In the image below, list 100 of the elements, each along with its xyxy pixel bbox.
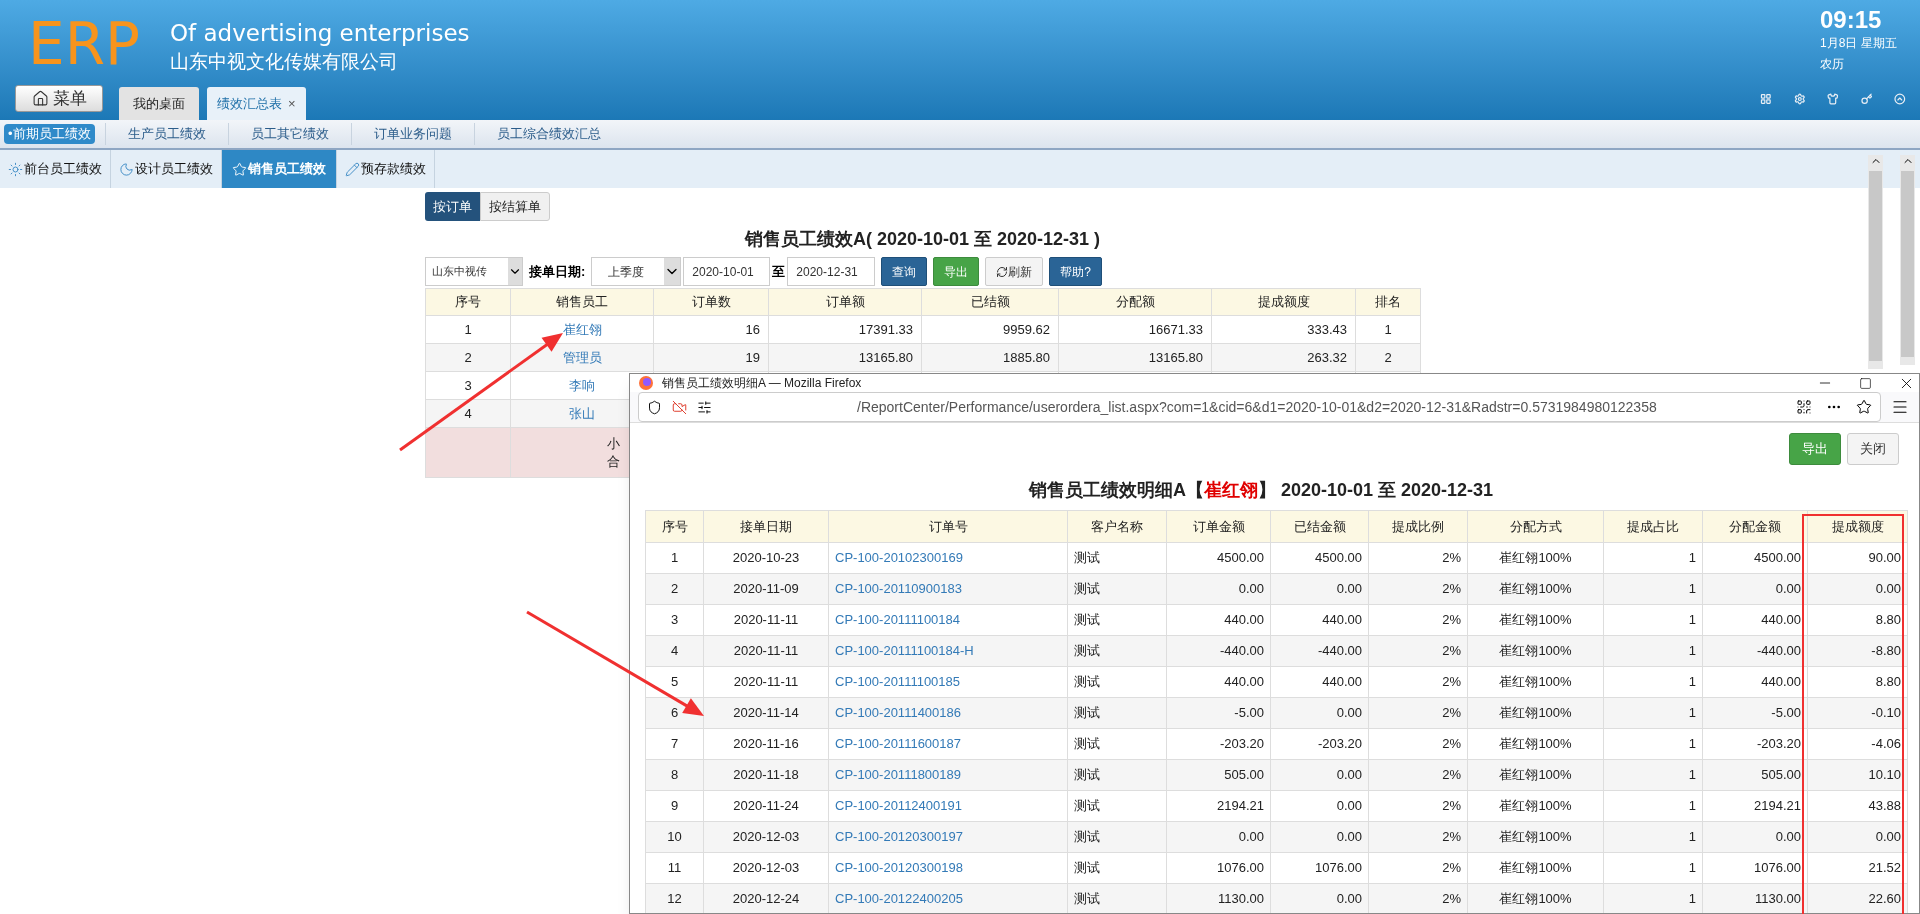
table-cell: 2020-11-16 xyxy=(733,736,799,752)
table-cell: 1 xyxy=(670,550,679,566)
table-cell: 16671.33 xyxy=(1148,321,1203,337)
employee-link[interactable]: 李响 xyxy=(569,377,595,393)
table-cell: 333.43 xyxy=(1307,321,1347,337)
table-cell: 1 xyxy=(1688,736,1696,752)
table-cell: 1 xyxy=(1688,705,1696,721)
company-select[interactable]: 山东中视传 xyxy=(425,257,523,286)
column-header: 销售员工 xyxy=(510,288,654,316)
view-toggle[interactable]: 按结算单 xyxy=(480,192,550,221)
summary-label: 合 xyxy=(607,452,620,471)
report-button[interactable]: 刷新 xyxy=(985,257,1044,286)
date-to-field[interactable]: 2020-12-31 xyxy=(787,257,876,286)
table-cell: 1 xyxy=(1688,767,1696,783)
table-cell: 440.00 xyxy=(1224,612,1264,628)
table-cell: 1130.00 xyxy=(1754,891,1801,907)
table-cell: 4500.00 xyxy=(1754,550,1801,566)
employee-link[interactable]: 管理员 xyxy=(562,349,602,365)
employee-link[interactable]: 张山 xyxy=(569,405,595,421)
close-tab-icon[interactable]: × xyxy=(288,93,296,114)
table-cell: 3 xyxy=(670,612,679,628)
table-cell: 7 xyxy=(670,736,679,752)
table-cell: 2020-11-14 xyxy=(733,705,799,721)
page-tab[interactable]: 绩效汇总表 × xyxy=(207,87,306,120)
table-cell: 2% xyxy=(1442,643,1461,659)
period-select[interactable]: 上季度 xyxy=(591,257,682,286)
table-cell: 13165.80 xyxy=(1148,349,1203,365)
address-bar[interactable]: /ReportCenter/Performance/userordera_list.aspx?com=1&cid=6&d1=2020-10-01&d2=2020-12-31&Radstr=0.5731984980122358 xyxy=(638,392,1881,422)
nav-item[interactable]: 员工其它绩效 xyxy=(228,124,351,144)
table-cell: 2% xyxy=(1442,612,1461,628)
shield-icon[interactable] xyxy=(647,399,662,415)
nav-item[interactable]: 订单业务问题 xyxy=(351,124,474,144)
date-from-field[interactable]: 2020-10-01 xyxy=(683,257,771,286)
employee-link[interactable]: 崔红翎 xyxy=(562,321,602,337)
table-cell: 崔红翎100% xyxy=(1499,891,1572,907)
table-cell: 4500.00 xyxy=(1217,550,1264,566)
table-cell: -8.80 xyxy=(1871,643,1901,659)
menu-icon[interactable] xyxy=(1891,398,1909,416)
column-header: 分配金额 xyxy=(1702,510,1808,543)
table-cell: 9959.62 xyxy=(1003,321,1050,337)
table-cell: 测试 xyxy=(1074,674,1100,690)
column-header: 提成额度 xyxy=(1211,288,1356,316)
blocked-camera-icon[interactable] xyxy=(672,399,687,415)
table-cell: 测试 xyxy=(1074,860,1100,876)
table-cell: 5 xyxy=(670,674,679,690)
table-cell: 2020-11-18 xyxy=(733,767,799,783)
table-cell: 505.00 xyxy=(1224,767,1264,783)
table-cell: 2 xyxy=(1384,349,1392,365)
menu-button[interactable]: 菜单 xyxy=(15,85,103,112)
table-cell: 2020-11-24 xyxy=(733,798,799,814)
column-header: 提成额度 xyxy=(1807,510,1908,543)
scroll-thumb[interactable] xyxy=(1901,171,1914,357)
bookmark-star-icon[interactable] xyxy=(1856,399,1872,415)
report-button[interactable]: 查询 xyxy=(881,257,928,286)
table-cell: 0.00 xyxy=(1336,829,1362,845)
sun-icon xyxy=(8,161,23,177)
table-cell: -0.10 xyxy=(1871,705,1901,721)
table-cell: 440.00 xyxy=(1224,674,1264,690)
maximize-icon[interactable] xyxy=(1859,376,1872,390)
table-cell: 测试 xyxy=(1074,581,1100,597)
report-button[interactable]: 导出 xyxy=(933,257,980,286)
sub-tab[interactable]: 前台员工绩效 xyxy=(0,150,111,188)
column-header: 排名 xyxy=(1355,288,1421,316)
sub-tab[interactable]: 预存款绩效 xyxy=(337,150,435,188)
table-cell: 2020-11-11 xyxy=(733,674,799,690)
table-cell: 崔红翎100% xyxy=(1499,767,1572,783)
column-header: 订单金额 xyxy=(1166,510,1271,543)
table-cell: 1 xyxy=(1688,829,1696,845)
table-cell: 0.00 xyxy=(1875,829,1901,845)
qr-code-icon[interactable] xyxy=(1796,399,1812,415)
nav-item[interactable]: 员工综合绩效汇总 xyxy=(474,124,623,144)
table-cell: 2% xyxy=(1442,705,1461,721)
table-cell: 2 xyxy=(670,581,679,597)
nav-item[interactable]: 生产员工绩效 xyxy=(105,124,228,144)
view-toggle[interactable]: 按订单 xyxy=(425,192,480,221)
table-cell: 12 xyxy=(667,891,682,907)
scroll-thumb[interactable] xyxy=(1869,171,1882,361)
table-cell: 测试 xyxy=(1074,767,1100,783)
popup-button[interactable]: 关闭 xyxy=(1847,433,1899,465)
page-tab[interactable]: 我的桌面 xyxy=(119,87,199,120)
sub-tab[interactable]: 销售员工绩效 xyxy=(222,150,337,188)
table-cell: 崔红翎100% xyxy=(1499,705,1572,721)
table-cell: -203.20 xyxy=(1756,736,1801,752)
report-title: 销售员工绩效A( 2020-10-01 至 2020-12-31 ) xyxy=(743,228,1102,251)
table-cell: 2% xyxy=(1442,798,1461,814)
table-cell: 1 xyxy=(1688,612,1696,628)
permissions-icon[interactable] xyxy=(697,399,712,415)
column-header: 分配方式 xyxy=(1467,510,1604,543)
table-cell: 2% xyxy=(1442,581,1461,597)
table-cell: 1076.00 xyxy=(1217,860,1264,876)
table-cell: 4 xyxy=(464,405,472,421)
nav-item[interactable]: •前期员工绩效 xyxy=(4,124,95,144)
table-cell: 1 xyxy=(464,321,472,337)
table-cell: 16 xyxy=(745,321,760,337)
report-button[interactable]: 帮助? xyxy=(1049,257,1103,286)
column-header: 序号 xyxy=(425,288,511,316)
popup-button[interactable]: 导出 xyxy=(1789,433,1841,465)
table-cell: 0.00 xyxy=(1336,767,1362,783)
table-cell: 0.00 xyxy=(1775,581,1801,597)
table-cell: 0.00 xyxy=(1336,798,1362,814)
